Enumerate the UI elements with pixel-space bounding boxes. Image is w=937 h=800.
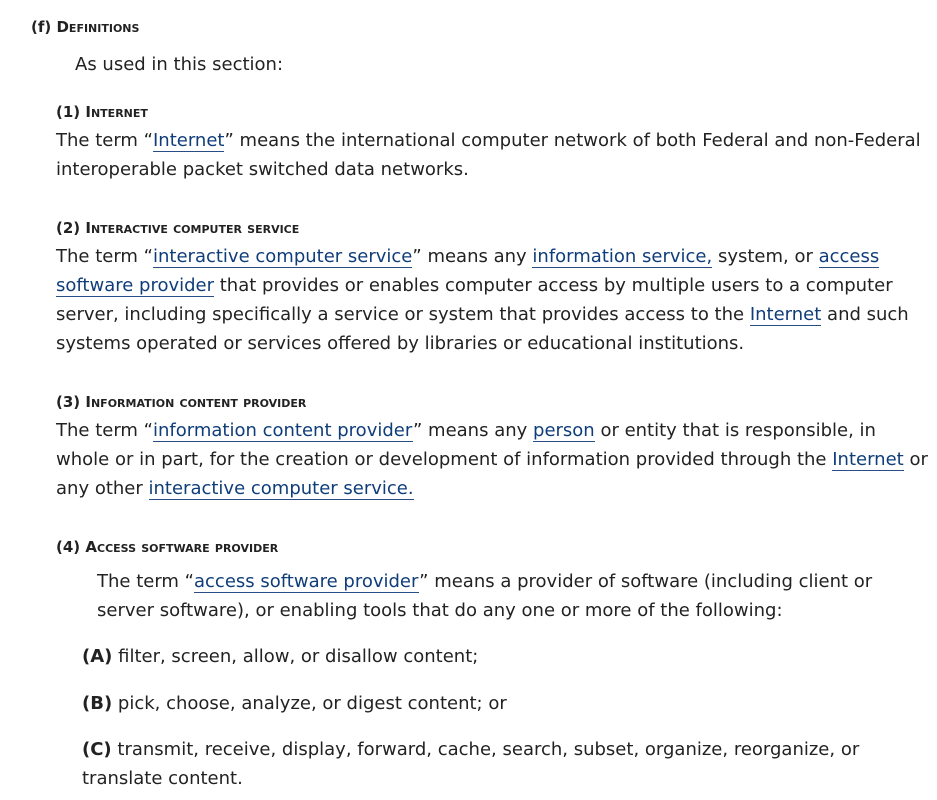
definition-heading-access-software-provider: (4) Access software provider [56, 536, 278, 558]
definition-heading-information-content-provider: (3) Information content provider [56, 391, 306, 413]
text-run: The term “ [56, 130, 153, 151]
item-text: pick, choose, analyze, or digest content… [112, 693, 507, 714]
item-text: transmit, receive, display, forward, cac… [82, 739, 860, 789]
section-title: Definitions [56, 18, 140, 36]
text-run: system, or [712, 246, 819, 267]
section-intro: As used in this section: [75, 54, 284, 75]
text-run: ” means any [412, 246, 533, 267]
text-run: ” means any [413, 420, 534, 441]
definition-title: Access software provider [85, 538, 279, 556]
link-internet[interactable]: Internet [749, 304, 822, 326]
definition-number: (3) [56, 393, 81, 411]
section-label: (f) [31, 18, 52, 36]
item-label: (B) [82, 693, 113, 714]
definition-heading-internet: (1) Internet [56, 101, 148, 123]
section-heading: (f) Definitions [31, 16, 139, 38]
definition-number: (1) [56, 103, 81, 121]
link-interactive-computer-service[interactable]: interactive computer service [153, 246, 413, 268]
text-run: The term “ [56, 420, 153, 441]
definition-text-internet: The term “Internet” means the internatio… [56, 126, 926, 184]
definition-text-information-content-provider: The term “information content provider” … [56, 416, 931, 503]
definition-text-access-software-provider: The term “access software provider” mean… [97, 567, 927, 625]
link-person[interactable]: person [533, 420, 595, 442]
text-run: The term “ [56, 246, 153, 267]
definition-title: Internet [85, 103, 148, 121]
link-access-software-provider[interactable]: access software provider [194, 571, 420, 593]
definition-title: Interactive computer service [85, 219, 300, 237]
item-label: (A) [82, 646, 113, 667]
definition-text-interactive-computer-service: The term “interactive computer service” … [56, 242, 926, 358]
list-item: (A) filter, screen, allow, or disallow c… [82, 642, 922, 671]
link-interactive-computer-service[interactable]: interactive computer service. [148, 478, 414, 500]
link-internet[interactable]: Internet [153, 130, 225, 152]
list-item: (B) pick, choose, analyze, or digest con… [82, 689, 922, 718]
link-internet[interactable]: Internet [832, 449, 904, 471]
definition-number: (2) [56, 219, 81, 237]
list-item: (C) transmit, receive, display, forward,… [82, 735, 882, 793]
link-information-content-provider[interactable]: information content provider [153, 420, 413, 442]
definition-heading-interactive-computer-service: (2) Interactive computer service [56, 217, 299, 239]
link-information-service[interactable]: information service, [532, 246, 713, 268]
text-run: The term “ [97, 571, 194, 592]
definition-title: Information content provider [85, 393, 307, 411]
item-text: filter, screen, allow, or disallow conte… [112, 646, 479, 667]
definition-number: (4) [56, 538, 81, 556]
item-label: (C) [82, 739, 112, 760]
